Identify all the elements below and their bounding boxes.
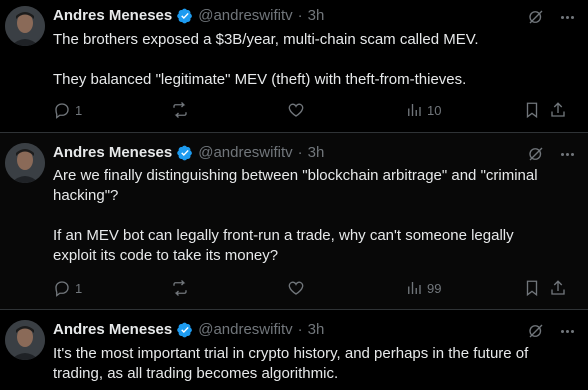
- author-handle[interactable]: @andreswifitv: [198, 7, 292, 24]
- tweet-line: exploit its code to take its money?: [53, 247, 279, 264]
- bookmark-button[interactable]: [523, 279, 541, 297]
- share-button[interactable]: [549, 101, 567, 119]
- tweet-line: The brothers exposed a $3B/year, multi-c…: [53, 31, 479, 48]
- tweet-text: It's the most important trial in crypto …: [53, 344, 570, 384]
- like-button[interactable]: [287, 101, 309, 119]
- tweet-line: hacking"?: [53, 187, 119, 204]
- timestamp[interactable]: 3h: [308, 144, 325, 161]
- tweet-line: [53, 206, 570, 226]
- tweet-line: They balanced "legitimate" MEV (theft) w…: [53, 71, 467, 88]
- share-icon: [551, 102, 565, 117]
- like-button[interactable]: [287, 279, 309, 297]
- repost-button[interactable]: [171, 101, 193, 119]
- author-handle[interactable]: @andreswifitv: [198, 321, 292, 338]
- avatar[interactable]: [5, 6, 45, 46]
- reply-count: 1: [75, 102, 83, 118]
- tweet[interactable]: Andres Meneses @andreswifitv · 3h It's t…: [0, 310, 588, 390]
- author-name[interactable]: Andres Meneses: [53, 321, 172, 338]
- tweet-line: It's the most important trial in crypto …: [53, 345, 529, 362]
- tweet-actions: 1 99: [53, 279, 580, 299]
- avatar[interactable]: [5, 143, 45, 183]
- repost-button[interactable]: [171, 279, 193, 297]
- bookmark-button[interactable]: [523, 101, 541, 119]
- grok-icon[interactable]: [527, 8, 545, 26]
- author-handle[interactable]: @andreswifitv: [198, 144, 292, 161]
- tweet-text: Are we finally distinguishing between "b…: [53, 166, 570, 266]
- reply-icon: [55, 103, 69, 119]
- reply-count: 1: [75, 280, 83, 296]
- tweet-actions: 1 10: [53, 101, 580, 121]
- avatar[interactable]: [5, 320, 45, 360]
- separator-dot: ·: [297, 144, 303, 161]
- views-count: 99: [427, 280, 442, 296]
- more-icon[interactable]: [558, 8, 576, 26]
- author-name[interactable]: Andres Meneses: [53, 7, 172, 24]
- tweet-line: trading, as all trading becomes algorith…: [53, 365, 339, 382]
- more-icon[interactable]: [558, 145, 576, 163]
- views-button[interactable]: 99: [405, 279, 441, 297]
- verified-badge-icon: [177, 322, 193, 338]
- bookmark-icon: [526, 102, 538, 119]
- tweet-text: The brothers exposed a $3B/year, multi-c…: [53, 30, 570, 90]
- reply-button[interactable]: 1: [53, 101, 82, 119]
- views-count: 10: [427, 102, 442, 118]
- author-name[interactable]: Andres Meneses: [53, 144, 172, 161]
- share-button[interactable]: [549, 279, 567, 297]
- verified-badge-icon: [177, 8, 193, 24]
- timestamp[interactable]: 3h: [308, 7, 325, 24]
- share-icon: [551, 280, 565, 295]
- tweet[interactable]: Andres Meneses @andreswifitv · 3h Are we…: [0, 133, 588, 310]
- like-icon: [288, 281, 304, 295]
- grok-icon[interactable]: [527, 145, 545, 163]
- bookmark-icon: [526, 280, 538, 297]
- tweet-line: [53, 50, 570, 70]
- timestamp[interactable]: 3h: [308, 321, 325, 338]
- views-icon: [408, 282, 421, 294]
- like-icon: [288, 103, 304, 117]
- tweet[interactable]: Andres Meneses @andreswifitv · 3h The br…: [0, 0, 588, 133]
- grok-icon[interactable]: [527, 322, 545, 340]
- separator-dot: ·: [297, 321, 303, 338]
- repost-icon: [173, 102, 187, 118]
- separator-dot: ·: [297, 7, 303, 24]
- verified-badge-icon: [177, 145, 193, 161]
- views-button[interactable]: 10: [405, 101, 441, 119]
- reply-button[interactable]: 1: [53, 279, 82, 297]
- repost-icon: [173, 280, 187, 296]
- tweet-line: If an MEV bot can legally front-run a tr…: [53, 227, 514, 244]
- more-icon[interactable]: [558, 322, 576, 340]
- reply-icon: [55, 281, 69, 297]
- tweet-line: Are we finally distinguishing between "b…: [53, 167, 538, 184]
- views-icon: [408, 104, 421, 116]
